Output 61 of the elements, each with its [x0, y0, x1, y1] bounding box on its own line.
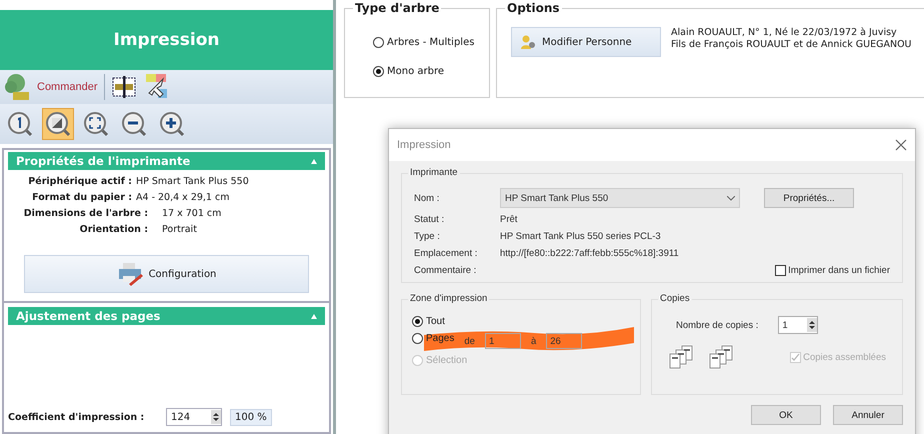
group-title: Imprimante [408, 167, 460, 178]
property-value: 17 x 701 cm [161, 208, 222, 219]
section-title: Propriétés de l'imprimante [16, 154, 190, 168]
coefficient-field[interactable]: 124 [166, 408, 222, 426]
range-label: à [530, 336, 536, 346]
printer-tools-icon [116, 262, 145, 286]
property-label: Orientation : [78, 224, 148, 235]
group-title: Options [505, 1, 562, 15]
group-title: Zone d'impression [408, 293, 490, 304]
dialog-title: Impression [397, 139, 451, 151]
properties-button[interactable]: Propriétés... [764, 188, 854, 208]
field-value: http://[fe80::b222:7aff:febb:555c%18]:3911 [500, 248, 679, 259]
zoom-icon [83, 111, 109, 137]
field-label: Type : [414, 231, 441, 242]
property-label: Périphérique actif : [27, 176, 132, 187]
field-label: Statut : [414, 214, 446, 225]
spinner-icon[interactable] [211, 410, 221, 424]
configuration-button[interactable]: Configuration [24, 255, 309, 293]
property-value: HP Smart Tank Plus 550 [136, 176, 249, 187]
layout-icon[interactable] [110, 75, 137, 99]
coefficient-label: Coefficient d'impression : [8, 412, 146, 422]
group-title: Copies [658, 293, 692, 304]
edit-person-button[interactable]: Modifier Personne [511, 27, 661, 57]
property-value: A4 - 20,4 x 29,1 cm [136, 192, 230, 203]
group-title: Type d'arbre [353, 1, 442, 15]
field-label: Commentaire : [414, 265, 478, 276]
percent-value: 100 % [230, 408, 272, 426]
print-to-file-checkbox[interactable]: Imprimer dans un fichier [775, 265, 890, 276]
zoom-button[interactable] [42, 108, 74, 140]
property-label: Format du papier : [31, 192, 132, 203]
section-title: Ajustement des pages [16, 309, 160, 323]
close-icon[interactable] [895, 139, 907, 151]
to-page-field[interactable]: 26 [546, 333, 582, 349]
checkmark-icon [791, 352, 800, 362]
property-label: Dimensions de l'arbre : [22, 208, 148, 219]
field-value: HP Smart Tank Plus 550 series PCL-3 [500, 231, 661, 242]
zoom-icon [121, 111, 147, 137]
radio-button[interactable]: Tout [412, 316, 445, 327]
radio-button[interactable]: Mono arbre [373, 66, 444, 77]
zoom-icon [159, 111, 185, 137]
spinner-icon[interactable] [807, 318, 818, 332]
property-value: Portrait [161, 224, 197, 235]
cancel-button[interactable]: Annuler [833, 405, 903, 425]
field-value: Prêt [500, 214, 518, 225]
person-info: Fils de François ROUAULT et de Annick GUEGANOU [671, 39, 912, 50]
zoom-icon [45, 111, 71, 137]
person-icon [520, 34, 536, 50]
zoom-icon [7, 111, 33, 137]
chevron-down-icon [727, 196, 735, 200]
copies-label: Nombre de copies : [676, 320, 758, 330]
radio-button[interactable]: Pages [412, 333, 454, 344]
copies-field[interactable]: 1 [778, 316, 818, 334]
from-page-field[interactable]: 1 [484, 333, 521, 349]
radio-button[interactable]: Arbres - Multiples [373, 37, 474, 48]
field-label: Nom : [414, 192, 440, 204]
person-info: Alain ROUAULT, N° 1, Né le 22/03/1972 à Juvisy [671, 27, 898, 38]
field-label: Emplacement : [414, 248, 478, 259]
ok-button[interactable]: OK [751, 405, 821, 425]
printer-dropdown[interactable]: HP Smart Tank Plus 550 [500, 188, 740, 208]
panel-title: Impression [0, 10, 333, 70]
range-label: de [464, 336, 475, 346]
